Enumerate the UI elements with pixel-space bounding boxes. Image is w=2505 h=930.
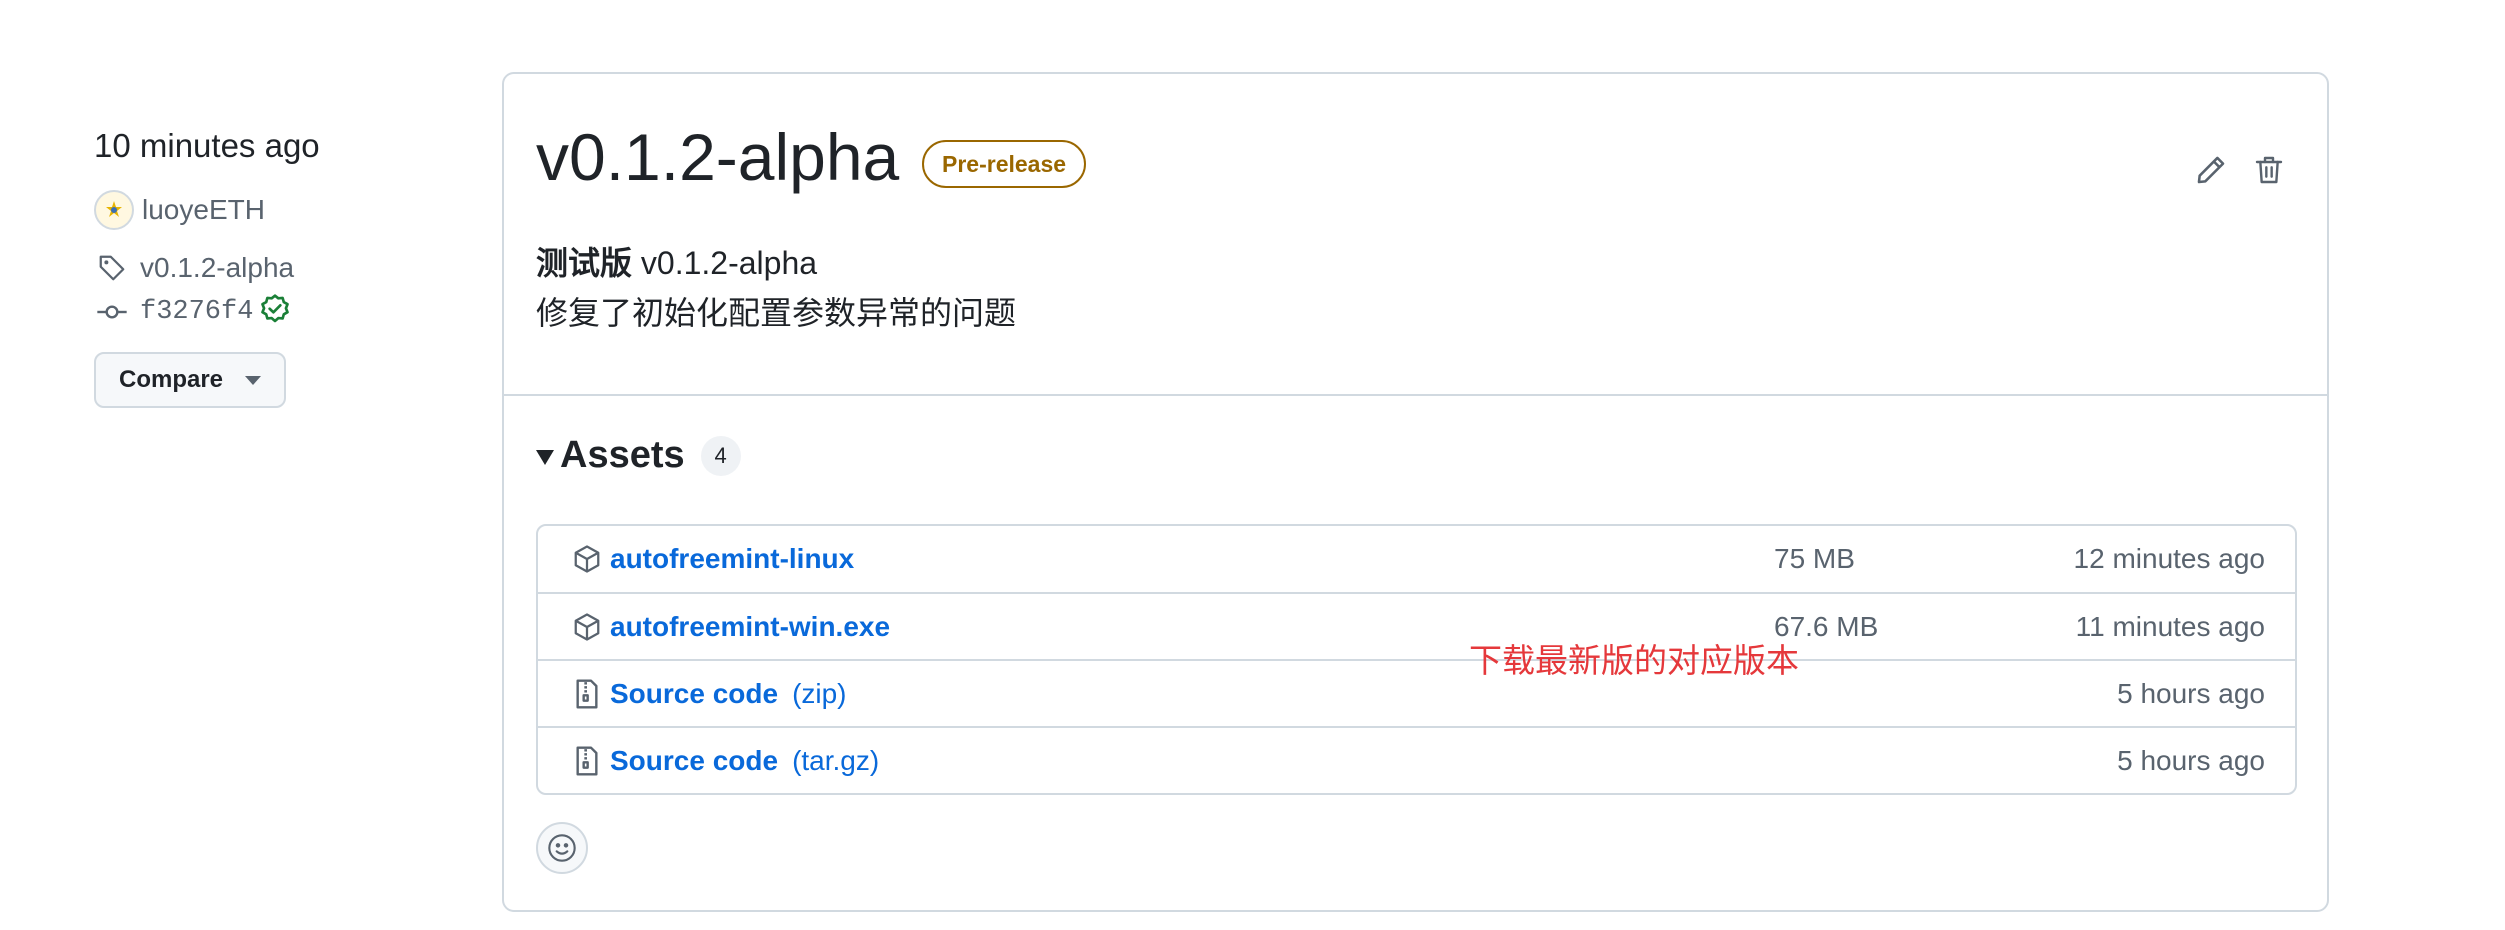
download-annotation: 下载最新版的对应版本 (1469, 641, 1799, 680)
assets-count-badge: 4 (700, 435, 741, 476)
notes-heading: 测试版 v0.1.2-alpha (536, 238, 1016, 288)
release-actions (2173, 150, 2289, 190)
asset-row: Source code (tar.gz) 5 hours ago (538, 726, 2295, 793)
asset-time: 5 hours ago (2117, 677, 2265, 709)
verified-check-icon[interactable] (259, 293, 291, 332)
avatar[interactable] (94, 190, 134, 230)
assets-toggle[interactable]: Assets 4 (536, 434, 741, 477)
asset-row: Source code (zip) 5 hours ago (538, 659, 2295, 726)
tag-row[interactable]: v0.1.2-alpha (94, 246, 454, 290)
asset-time: 12 minutes ago (2073, 543, 2265, 574)
compare-button[interactable]: Compare (94, 352, 286, 408)
asset-link[interactable]: Source code (zip) (610, 678, 847, 710)
release-card: v0.1.2-alpha Pre-release 测试版 v0.1.2-alph… (502, 72, 2329, 912)
asset-size: 75 MB (1774, 543, 1855, 574)
package-icon (570, 542, 604, 576)
release-page: 10 minutes ago luoyeETH v0.1.2-alpha f32… (0, 0, 2505, 930)
asset-link[interactable]: Source code (tar.gz) (610, 745, 879, 777)
release-meta: 10 minutes ago luoyeETH v0.1.2-alpha f32… (94, 124, 454, 408)
release-notes: 测试版 v0.1.2-alpha 修复了初始化配置参数异常的问题 (536, 238, 1016, 338)
prerelease-badge: Pre-release (922, 140, 1087, 188)
asset-format[interactable]: (tar.gz) (792, 745, 879, 776)
tag-icon (94, 250, 130, 286)
commit-row[interactable]: f3276f4 (94, 290, 454, 334)
asset-link[interactable]: autofreemint-win.exe (610, 611, 890, 643)
asset-row: autofreemint-win.exe 67.6 MB 11 minutes … (538, 592, 2295, 659)
commit-sha[interactable]: f3276f4 (140, 297, 253, 327)
add-reaction-button[interactable] (536, 822, 588, 874)
compare-label: Compare (118, 366, 224, 393)
smiley-icon (548, 834, 576, 862)
asset-link-name[interactable]: Source code (610, 745, 778, 776)
avatar-image-icon (106, 201, 122, 217)
package-icon (570, 610, 604, 644)
author-name[interactable]: luoyeETH (142, 194, 265, 226)
trash-icon[interactable] (2249, 150, 2289, 190)
author-row[interactable]: luoyeETH (94, 188, 454, 232)
chevron-down-icon (245, 375, 262, 385)
release-title[interactable]: v0.1.2-alpha (536, 118, 899, 196)
notes-bold-text: 测试版 (536, 245, 633, 281)
assets-label: Assets (560, 434, 685, 476)
asset-link[interactable]: autofreemint-linux (610, 543, 854, 575)
asset-format[interactable]: (zip) (792, 678, 846, 709)
git-commit-icon (94, 294, 130, 330)
notes-body: 修复了初始化配置参数异常的问题 (536, 295, 1017, 331)
file-zip-icon (570, 744, 604, 778)
tag-name[interactable]: v0.1.2-alpha (140, 252, 294, 284)
file-zip-icon (570, 677, 604, 711)
release-time: 10 minutes ago (94, 127, 320, 164)
asset-time: 11 minutes ago (2075, 610, 2265, 642)
notes-version: v0.1.2-alpha (640, 245, 818, 281)
triangle-down-icon (536, 450, 554, 465)
asset-list: autofreemint-linux 75 MB 12 minutes ago … (536, 524, 2297, 795)
release-header: v0.1.2-alpha Pre-release 测试版 v0.1.2-alph… (504, 74, 2327, 396)
asset-row: autofreemint-linux 75 MB 12 minutes ago (538, 526, 2295, 592)
asset-time: 5 hours ago (2117, 744, 2265, 776)
pencil-icon[interactable] (2191, 150, 2231, 190)
asset-link-name[interactable]: Source code (610, 678, 778, 709)
